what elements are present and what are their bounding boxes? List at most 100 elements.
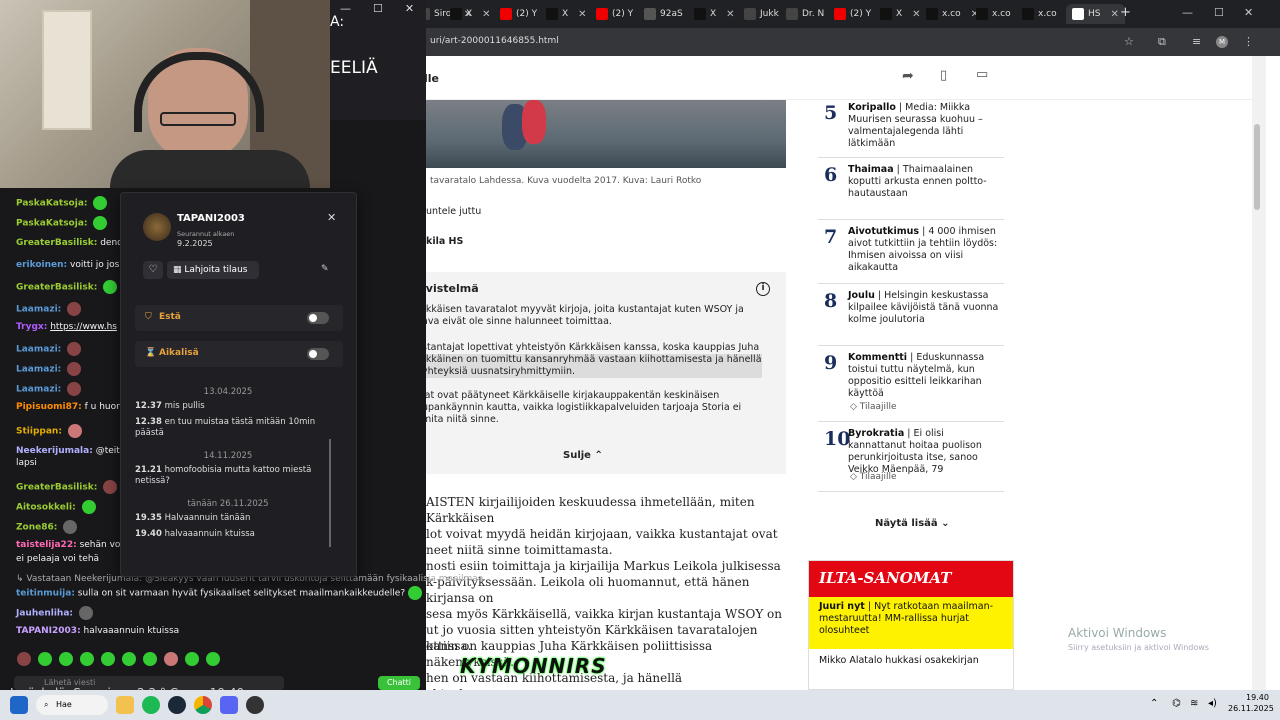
taskbar-search[interactable]: ⌕ Hae — [36, 695, 108, 715]
emote-icon-10[interactable] — [206, 652, 220, 666]
close-tab-icon[interactable]: ✕ — [482, 9, 490, 20]
emote-icon-6[interactable] — [122, 652, 136, 666]
chat-message[interactable]: TAPANI2003: halvaaannuin ktuissa — [16, 626, 179, 636]
tab-11[interactable]: X ✕ — [880, 4, 921, 24]
extensions-icon[interactable]: ⧉ — [1158, 35, 1166, 49]
timeout-toggle[interactable] — [307, 348, 329, 360]
chat-username[interactable]: Jauhenliha: — [16, 609, 73, 619]
chat-message[interactable]: Aitosokkeli: — [16, 500, 96, 514]
ad-headline[interactable]: Mikko Alatalo hukkasi osakekirjan — [809, 649, 1013, 672]
chrome-icon[interactable] — [194, 696, 212, 714]
scrollbar-thumb[interactable] — [1254, 124, 1260, 210]
chat-username[interactable]: PaskaKatsoja: — [16, 219, 88, 229]
chat-username[interactable]: Pipisuomi87: — [16, 402, 82, 412]
windows-start-icon[interactable] — [10, 696, 28, 714]
most-read-item[interactable]: 10 Byrokratia | Ei olisi kannattanut hoit… — [818, 426, 1004, 492]
close-window-icon[interactable]: ✕ — [405, 2, 414, 15]
steam-icon[interactable] — [168, 696, 186, 714]
close-window-icon[interactable]: ✕ — [1244, 6, 1253, 19]
tab-6[interactable]: 92aS✕ — [644, 4, 701, 24]
close-tab-icon[interactable]: ✕ — [578, 9, 586, 20]
ilta-sanomat-widget[interactable]: ILTA-SANOMAT Juuri nyt | Nyt ratkotaan m… — [808, 560, 1014, 690]
message-history[interactable]: 13.04.2025 12.37 mis pullis 12.38 en tuu m… — [135, 379, 335, 559]
taskbar-date[interactable]: 26.11.2025 — [1228, 704, 1274, 713]
network-icon[interactable]: ⌬ — [1172, 698, 1181, 709]
share-icon[interactable]: ➦ — [902, 68, 914, 84]
chat-username[interactable]: teitinmuija: — [16, 589, 75, 599]
close-tab-icon[interactable]: ✕ — [726, 9, 734, 20]
wifi-icon[interactable]: ≋ — [1190, 698, 1198, 709]
new-tab-icon[interactable]: + — [1120, 5, 1131, 20]
close-tab-icon[interactable]: ✕ — [912, 9, 920, 20]
maximize-icon[interactable]: ☐ — [373, 2, 383, 15]
spotify-icon[interactable] — [142, 696, 160, 714]
chat-message[interactable]: Laamazi: — [16, 382, 82, 396]
block-toggle[interactable] — [307, 312, 329, 324]
most-read-item[interactable]: 9 Kommentti | Eduskunnassa toistui tuttu … — [818, 350, 1004, 422]
emote-icon-3[interactable] — [59, 652, 73, 666]
chat-message[interactable]: erikoinen: voitti jo joskus — [16, 260, 135, 270]
listen-article-link[interactable]: untele juttu — [426, 206, 481, 217]
show-more-button[interactable]: Näytä lisää ⌄ — [875, 518, 950, 529]
tab-12[interactable]: x.co ✕ — [926, 4, 979, 24]
file-explorer-icon[interactable] — [116, 696, 134, 714]
emote-icon-4[interactable] — [80, 652, 94, 666]
profile-avatar-icon[interactable]: M — [1216, 36, 1228, 48]
chat-username[interactable]: Laamazi: — [16, 305, 61, 315]
save-bookmark-icon[interactable]: ▯ — [940, 68, 947, 83]
chat-message[interactable]: lapsi — [16, 458, 37, 468]
emote-icon-1[interactable] — [17, 652, 31, 666]
bookmark-star-icon[interactable]: ☆ — [1124, 35, 1134, 48]
chat-username[interactable]: Trygx: — [16, 322, 47, 332]
live-news[interactable]: Juuri nyt | Nyt ratkotaan maailman-mesta… — [809, 597, 1013, 649]
chat-message[interactable]: PaskaKatsoja: — [16, 216, 108, 230]
volume-icon[interactable]: ◂) — [1208, 698, 1217, 709]
chat-username[interactable]: GreaterBasilisk: — [16, 283, 97, 293]
chat-username[interactable]: Zone86: — [16, 523, 57, 533]
emote-icon-7[interactable] — [143, 652, 157, 666]
comment-icon[interactable]: ▭ — [976, 67, 988, 82]
history-scrollbar[interactable] — [329, 439, 331, 547]
chat-username[interactable]: taistelija22: — [16, 540, 77, 550]
info-icon[interactable]: i — [756, 282, 770, 296]
tab-15[interactable]: HS ✕ — [1066, 4, 1125, 24]
most-read-item[interactable]: 6 Thaimaa | Thaimaalainen koputti arkusta… — [818, 162, 1004, 220]
chat-username[interactable]: Laamazi: — [16, 345, 61, 355]
chat-username[interactable]: Neekerijumala: — [16, 446, 93, 456]
chat-message[interactable]: Zone86: — [16, 520, 78, 534]
chat-username[interactable]: PaskaKatsoja: — [16, 199, 88, 209]
close-tab-icon[interactable]: ✕ — [1110, 9, 1118, 20]
chat-message[interactable]: Laamazi: — [16, 342, 82, 356]
tab-2[interactable]: X ✕ — [450, 4, 491, 24]
minimize-icon[interactable]: — — [1182, 6, 1193, 19]
reading-list-icon[interactable]: ≡ — [1192, 35, 1201, 48]
chat-send-button[interactable]: Chatti — [378, 676, 420, 690]
emote-icon-9[interactable] — [185, 652, 199, 666]
chat-message[interactable]: GreaterBasilisk: — [16, 280, 118, 294]
menu-kebab-icon[interactable]: ⋮ — [1243, 35, 1254, 48]
chat-username[interactable]: GreaterBasilisk: — [16, 483, 97, 493]
chat-username[interactable]: Laamazi: — [16, 385, 61, 395]
system-tray-chevron-icon[interactable]: ⌃ — [1150, 698, 1158, 709]
emote-icon-2[interactable] — [38, 652, 52, 666]
obs-icon[interactable] — [246, 696, 264, 714]
chat-username[interactable]: GreaterBasilisk: — [16, 238, 97, 248]
tab-4[interactable]: X ✕ — [546, 4, 587, 24]
chat-username[interactable]: TAPANI2003: — [16, 626, 81, 636]
chat-message[interactable]: GreaterBasilisk: — [16, 480, 118, 494]
chat-message[interactable]: ei pelaaja voi tehä — [16, 554, 99, 564]
chat-text[interactable]: https://www.hs — [50, 322, 117, 332]
chat-message[interactable]: Trygx: https://www.hs — [16, 322, 117, 332]
mod-tools-icon[interactable]: ✎ — [321, 264, 329, 274]
chat-message[interactable]: teitinmuija: sulla on sit varmaan hyvät … — [16, 586, 423, 600]
chat-message[interactable]: Stiippan: — [16, 424, 82, 438]
most-read-item[interactable]: 8 Joulu | Helsingin keskustassa kilpailee… — [818, 288, 1004, 346]
maximize-icon[interactable]: ☐ — [1214, 6, 1224, 19]
close-card-icon[interactable]: ✕ — [327, 211, 336, 224]
chat-message[interactable]: Laamazi: — [16, 302, 82, 316]
chat-username[interactable]: Stiippan: — [16, 427, 62, 437]
chat-message[interactable]: PaskaKatsoja: — [16, 196, 108, 210]
most-read-item[interactable]: 7 Aivotutkimus | 4 000 ihmisen aivot tutk… — [818, 224, 1004, 284]
emote-icon-5[interactable] — [101, 652, 115, 666]
taskbar-time[interactable]: 19.40 — [1246, 693, 1269, 702]
